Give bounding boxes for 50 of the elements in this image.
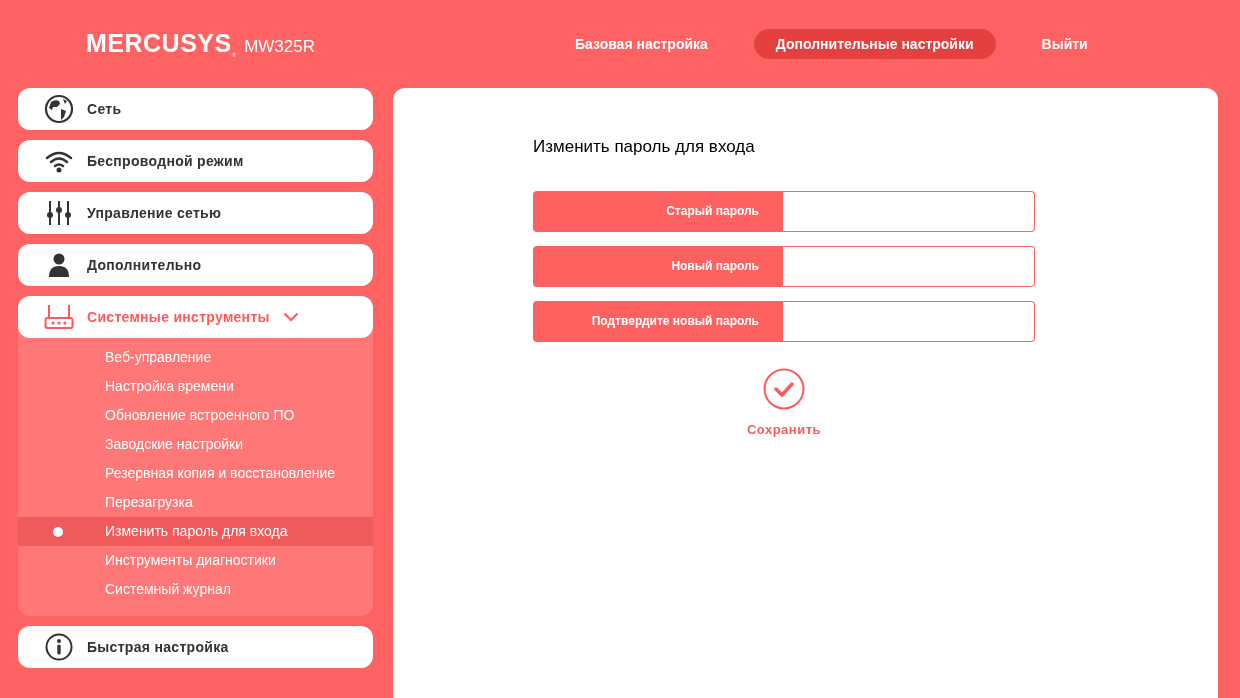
submenu-item[interactable]: Перезагрузка bbox=[18, 488, 373, 517]
submenu-label: Настройка времени bbox=[105, 377, 234, 396]
globe-icon bbox=[43, 94, 74, 124]
submenu-item[interactable]: Веб-управление bbox=[18, 343, 373, 372]
submenu-label: Системный журнал bbox=[105, 580, 231, 599]
sidebar-item[interactable]: Дополнительно bbox=[18, 244, 373, 286]
router-icon bbox=[43, 304, 74, 330]
submenu-label: Обновление встроенного ПО bbox=[105, 406, 295, 425]
nav-tab[interactable]: Базовая настройка bbox=[553, 29, 730, 59]
sidebar-label: Управление сетью bbox=[87, 203, 222, 223]
model-name: MW325R bbox=[244, 36, 315, 59]
sidebar-label: Быстрая настройка bbox=[87, 637, 229, 657]
chevron-icon bbox=[282, 312, 299, 322]
sidebar-label: Системные инструменты bbox=[87, 307, 270, 327]
submenu-item[interactable]: Настройка времени bbox=[18, 372, 373, 401]
sidebar-label: Беспроводной режим bbox=[87, 151, 244, 171]
submenu-label: Заводские настройки bbox=[105, 435, 244, 454]
sidebar-item[interactable]: Быстрая настройка bbox=[18, 626, 373, 668]
submenu-item[interactable]: Обновление встроенного ПО bbox=[18, 401, 373, 430]
page-title: Изменить пароль для входа bbox=[533, 136, 756, 158]
nav-tab[interactable]: Дополнительные настройки bbox=[753, 29, 996, 59]
submenu-label: Инструменты диагностики bbox=[105, 551, 276, 570]
submenu-item[interactable]: Инструменты диагностики bbox=[18, 546, 373, 575]
sidebar-item[interactable]: Беспроводной режим bbox=[18, 140, 373, 182]
sidebar-label: Дополнительно bbox=[87, 255, 202, 275]
info-icon bbox=[44, 633, 73, 661]
sidebar-item[interactable]: Управление сетью bbox=[18, 192, 373, 234]
password-field[interactable] bbox=[783, 245, 1035, 287]
submenu-item[interactable]: Заводские настройки bbox=[18, 430, 373, 459]
submenu-label: Перезагрузка bbox=[105, 493, 193, 512]
checkmark-icon bbox=[763, 367, 805, 410]
save-button[interactable]: Сохранить bbox=[746, 367, 822, 439]
field-label: Старый пароль bbox=[533, 190, 783, 232]
submenu-label: Изменить пароль для входа bbox=[105, 522, 288, 541]
submenu-item[interactable]: Резервная копия и восстановление bbox=[18, 459, 373, 488]
password-field[interactable] bbox=[783, 190, 1035, 232]
submenu-item[interactable]: Изменить пароль для входа bbox=[18, 517, 373, 546]
password-field[interactable] bbox=[783, 300, 1035, 342]
nav-tab[interactable]: Выйти bbox=[1019, 29, 1110, 59]
submenu-item[interactable]: Системный журнал bbox=[18, 575, 373, 604]
field-label: Новый пароль bbox=[533, 245, 783, 287]
sidebar-label: Сеть bbox=[87, 99, 122, 119]
logo: MERCUSYS bbox=[86, 28, 232, 60]
user-icon bbox=[47, 253, 70, 277]
sliders-icon bbox=[45, 200, 72, 226]
sidebar-item[interactable]: Системные инструменты bbox=[18, 296, 373, 338]
sidebar-item[interactable]: Сеть bbox=[18, 88, 373, 130]
submenu-label: Веб-управление bbox=[105, 348, 212, 367]
submenu-label: Резервная копия и восстановление bbox=[105, 464, 336, 483]
field-label: Подтвердите новый пароль bbox=[533, 300, 783, 342]
